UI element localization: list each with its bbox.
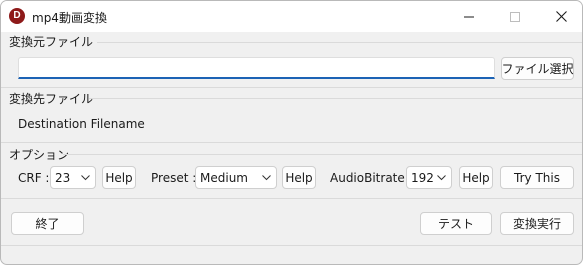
crf-selected-value: 23 <box>55 171 71 185</box>
destination-top-divider <box>1 87 582 88</box>
source-group-divider <box>97 42 582 43</box>
bottom-divider <box>1 245 582 246</box>
chevron-down-icon <box>81 175 90 181</box>
options-group-label: オプション <box>9 148 70 162</box>
audio-bitrate-select[interactable]: 192 <box>406 166 452 189</box>
minimize-button[interactable] <box>446 1 492 32</box>
test-button[interactable]: テスト <box>420 212 492 235</box>
audio-bitrate-label: AudioBitrate : <box>330 171 413 185</box>
window-title: mp4動画変換 <box>32 11 107 25</box>
preset-help-button[interactable]: Help <box>282 166 316 189</box>
audio-bitrate-help-button[interactable]: Help <box>459 166 493 189</box>
title-bar[interactable]: D mp4動画変換 <box>1 1 582 32</box>
crf-label: CRF : <box>18 171 50 185</box>
destination-filename: Destination Filename <box>18 117 145 131</box>
maximize-button[interactable] <box>492 1 538 32</box>
source-group-label: 変換元ファイル <box>9 35 94 49</box>
destination-group-divider <box>89 98 582 99</box>
crf-select[interactable]: 23 <box>50 166 96 189</box>
try-this-button[interactable]: Try This <box>500 166 574 189</box>
options-group-divider <box>63 154 582 155</box>
close-button[interactable] <box>538 1 582 32</box>
app-icon: D <box>9 8 25 24</box>
source-path-input[interactable] <box>18 57 495 79</box>
audio-bitrate-selected-value: 192 <box>411 171 434 185</box>
preset-selected-value: Medium <box>200 171 248 185</box>
close-icon <box>555 11 567 22</box>
main-window: D mp4動画変換 変換元ファイル ファイル選択 変換先ファイル Destina… <box>0 0 583 265</box>
quit-button[interactable]: 終了 <box>11 212 84 235</box>
maximize-icon <box>510 11 520 22</box>
footer-divider <box>1 198 582 199</box>
browse-file-button[interactable]: ファイル選択 <box>501 57 574 80</box>
run-conversion-button[interactable]: 変換実行 <box>500 212 574 235</box>
preset-select[interactable]: Medium <box>195 166 277 189</box>
minimize-icon <box>464 16 474 17</box>
options-top-divider <box>1 142 582 143</box>
preset-label: Preset : <box>151 171 197 185</box>
destination-group-label: 変換先ファイル <box>9 92 94 106</box>
crf-help-button[interactable]: Help <box>102 166 136 189</box>
chevron-down-icon <box>262 175 271 181</box>
chevron-down-icon <box>437 175 446 181</box>
